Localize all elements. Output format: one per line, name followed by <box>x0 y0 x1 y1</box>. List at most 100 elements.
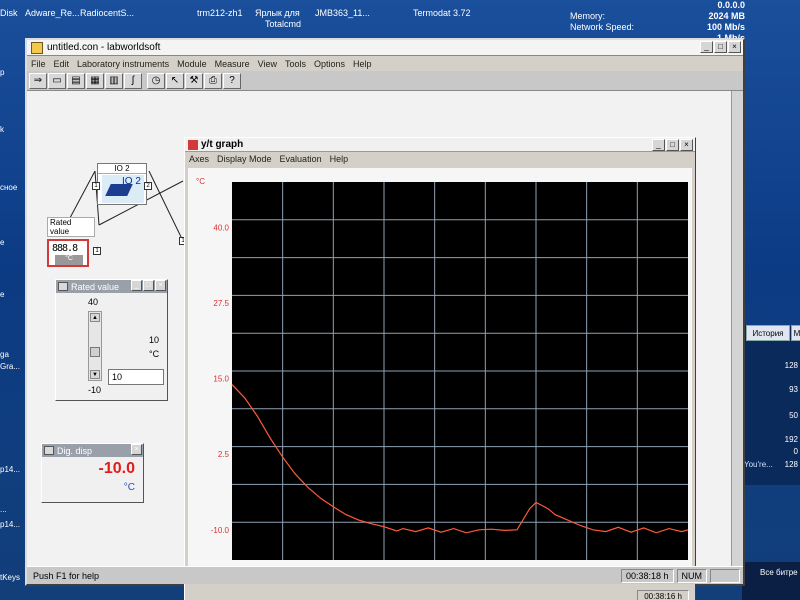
open-file-icon[interactable]: ▤ <box>67 72 85 89</box>
desktop-label[interactable]: p14... <box>0 465 20 474</box>
desktop-label[interactable]: ... <box>0 505 7 514</box>
rated-value-slider[interactable]: ▲ ▼ <box>88 311 102 381</box>
graph-plot-area[interactable]: 40.027.515.02.5-10.0°C00:07:3000:15:0000… <box>188 168 694 582</box>
wrench-icon[interactable]: ⚒ <box>185 72 203 89</box>
menu-laboratory-instruments[interactable]: Laboratory instruments <box>77 59 169 69</box>
minimize-button[interactable]: _ <box>652 139 665 151</box>
rated-value-title-bar[interactable]: Rated value _ □ × <box>56 280 167 293</box>
desktop-left-icons: p k сное е е ga Gra... p14... ... p14...… <box>0 40 22 600</box>
status-help-text: Push F1 for help <box>33 570 100 581</box>
menu-measure[interactable]: Measure <box>215 59 250 69</box>
desktop-label[interactable]: trm212-zh1 <box>197 8 243 18</box>
network-value: 100 Mb/s <box>706 22 745 32</box>
port-out[interactable]: 1 <box>93 247 101 255</box>
graph-menu-bar: Axes Display Mode Evaluation Help <box>185 152 695 166</box>
graph-time-readout: 00:38:16 h <box>637 590 689 600</box>
y-tick-label: 2.5 <box>218 450 230 459</box>
desktop-label[interactable]: p14... <box>0 520 20 529</box>
ip-value: 0.0.0.0 <box>717 0 745 10</box>
workspace: IO 2 IO 2 1 2 1 Rated value 888.8 °C 1 R… <box>27 91 731 600</box>
widget-number: 192 <box>784 435 798 444</box>
rated-value-unit: °C <box>149 349 160 359</box>
print-icon[interactable]: ⎙ <box>204 72 222 89</box>
graph-menu-display-mode[interactable]: Display Mode <box>217 154 272 164</box>
menu-tools[interactable]: Tools <box>285 59 306 69</box>
desktop-label[interactable]: Ярлык для <box>255 8 300 18</box>
app-title-bar[interactable]: untitled.con - labworldsoft _ □ × <box>27 40 743 56</box>
clock-icon[interactable]: ◷ <box>147 72 165 89</box>
digital-display-title: Dig. disp <box>57 445 93 456</box>
widget-number: 93 <box>789 385 798 394</box>
menu-module[interactable]: Module <box>177 59 207 69</box>
desktop-label[interactable]: е <box>0 290 4 299</box>
io-module-block[interactable]: IO 2 IO 2 1 2 <box>92 163 152 205</box>
close-button[interactable]: × <box>728 41 741 53</box>
probe-icon[interactable]: ʃ <box>124 72 142 89</box>
close-button[interactable]: × <box>131 444 142 455</box>
y-unit-label: °C <box>196 177 205 186</box>
save-icon[interactable]: ▦ <box>86 72 104 89</box>
maximize-button[interactable]: □ <box>143 280 154 291</box>
taskbar-item[interactable]: Все битре <box>760 568 798 577</box>
graph-menu-axes[interactable]: Axes <box>189 154 209 164</box>
pointer-icon[interactable]: ↖ <box>166 72 184 89</box>
close-button[interactable]: × <box>680 139 693 151</box>
desktop-label[interactable]: Adware_Re... <box>25 8 80 18</box>
widget-status-text: You're... <box>744 460 773 469</box>
vertical-scrollbar[interactable] <box>731 91 743 566</box>
desktop-label[interactable]: Gra... <box>0 362 20 371</box>
minimize-button[interactable]: _ <box>131 280 142 291</box>
help-icon[interactable]: ? <box>223 72 241 89</box>
maximize-button[interactable]: □ <box>714 41 727 53</box>
widget-tab-2[interactable]: M <box>791 325 800 341</box>
rated-value-window: Rated value _ □ × 40 ▲ ▼ -10 10 °C 10 <box>55 279 168 401</box>
new-file-icon[interactable]: ▭ <box>48 72 66 89</box>
graph-menu-evaluation[interactable]: Evaluation <box>280 154 322 164</box>
taskbar-fragment: Все битре <box>742 562 800 600</box>
temperature-unit: °C <box>123 482 135 493</box>
torrent-widget: История M 128 93 50 192 0 128 You're... <box>742 325 800 485</box>
memory-value: 2024 MB <box>708 11 745 21</box>
menu-file[interactable]: File <box>31 59 46 69</box>
chevron-up-icon[interactable]: ▲ <box>90 313 100 322</box>
rated-value-input[interactable]: 10 <box>108 369 164 385</box>
menu-edit[interactable]: Edit <box>54 59 70 69</box>
minimize-button[interactable]: _ <box>700 41 713 53</box>
menu-help[interactable]: Help <box>353 59 372 69</box>
chevron-down-icon[interactable]: ▼ <box>90 370 100 379</box>
labworldsoft-window: untitled.con - labworldsoft _ □ × File E… <box>25 38 745 600</box>
history-tab[interactable]: История <box>746 325 790 341</box>
desktop-label[interactable]: Totalcmd <box>265 19 301 29</box>
desktop-label[interactable]: е <box>0 238 4 247</box>
desktop-label[interactable]: JMB363_11... <box>315 8 370 18</box>
app-title: untitled.con - labworldsoft <box>47 42 161 53</box>
grid-icon[interactable]: ▥ <box>105 72 123 89</box>
slider-min-label: -10 <box>88 385 102 395</box>
maximize-button[interactable]: □ <box>666 139 679 151</box>
digital-display-title-bar[interactable]: Dig. disp × <box>42 444 143 457</box>
close-button[interactable]: × <box>155 280 166 291</box>
graph-title-bar[interactable]: y/t graph _ □ × <box>185 138 695 152</box>
desktop-label[interactable]: k <box>0 125 4 134</box>
port-in[interactable]: 1 <box>92 182 100 190</box>
desktop-label[interactable]: сное <box>0 183 17 192</box>
status-time: 00:38:18 h <box>620 568 674 583</box>
menu-view[interactable]: View <box>258 59 277 69</box>
desktop-label[interactable]: p <box>0 68 4 77</box>
status-num: NUM <box>676 568 707 583</box>
graph-icon <box>188 139 198 150</box>
desktop-label[interactable]: Termodat 3.72 <box>413 8 471 18</box>
port-out[interactable]: 2 <box>144 182 152 190</box>
menu-options[interactable]: Options <box>314 59 345 69</box>
desktop-label[interactable]: Disk <box>0 8 18 18</box>
desktop-label[interactable]: RadiocentS... <box>80 8 134 18</box>
rated-value-block[interactable]: Rated value 888.8 °C 1 <box>47 217 101 267</box>
desktop-label[interactable]: tKeys <box>0 573 20 582</box>
graph-menu-help[interactable]: Help <box>330 154 349 164</box>
slider-thumb[interactable] <box>90 347 100 357</box>
desktop-label[interactable]: ga <box>0 350 9 359</box>
arrow-icon[interactable]: ⇒ <box>29 72 47 89</box>
toolbar: ⇒ ▭ ▤ ▦ ▥ ʃ ◷ ↖ ⚒ ⎙ ? <box>27 71 743 91</box>
rated-value-readout: 10 <box>149 335 160 345</box>
y-tick-label: 27.5 <box>213 299 229 308</box>
